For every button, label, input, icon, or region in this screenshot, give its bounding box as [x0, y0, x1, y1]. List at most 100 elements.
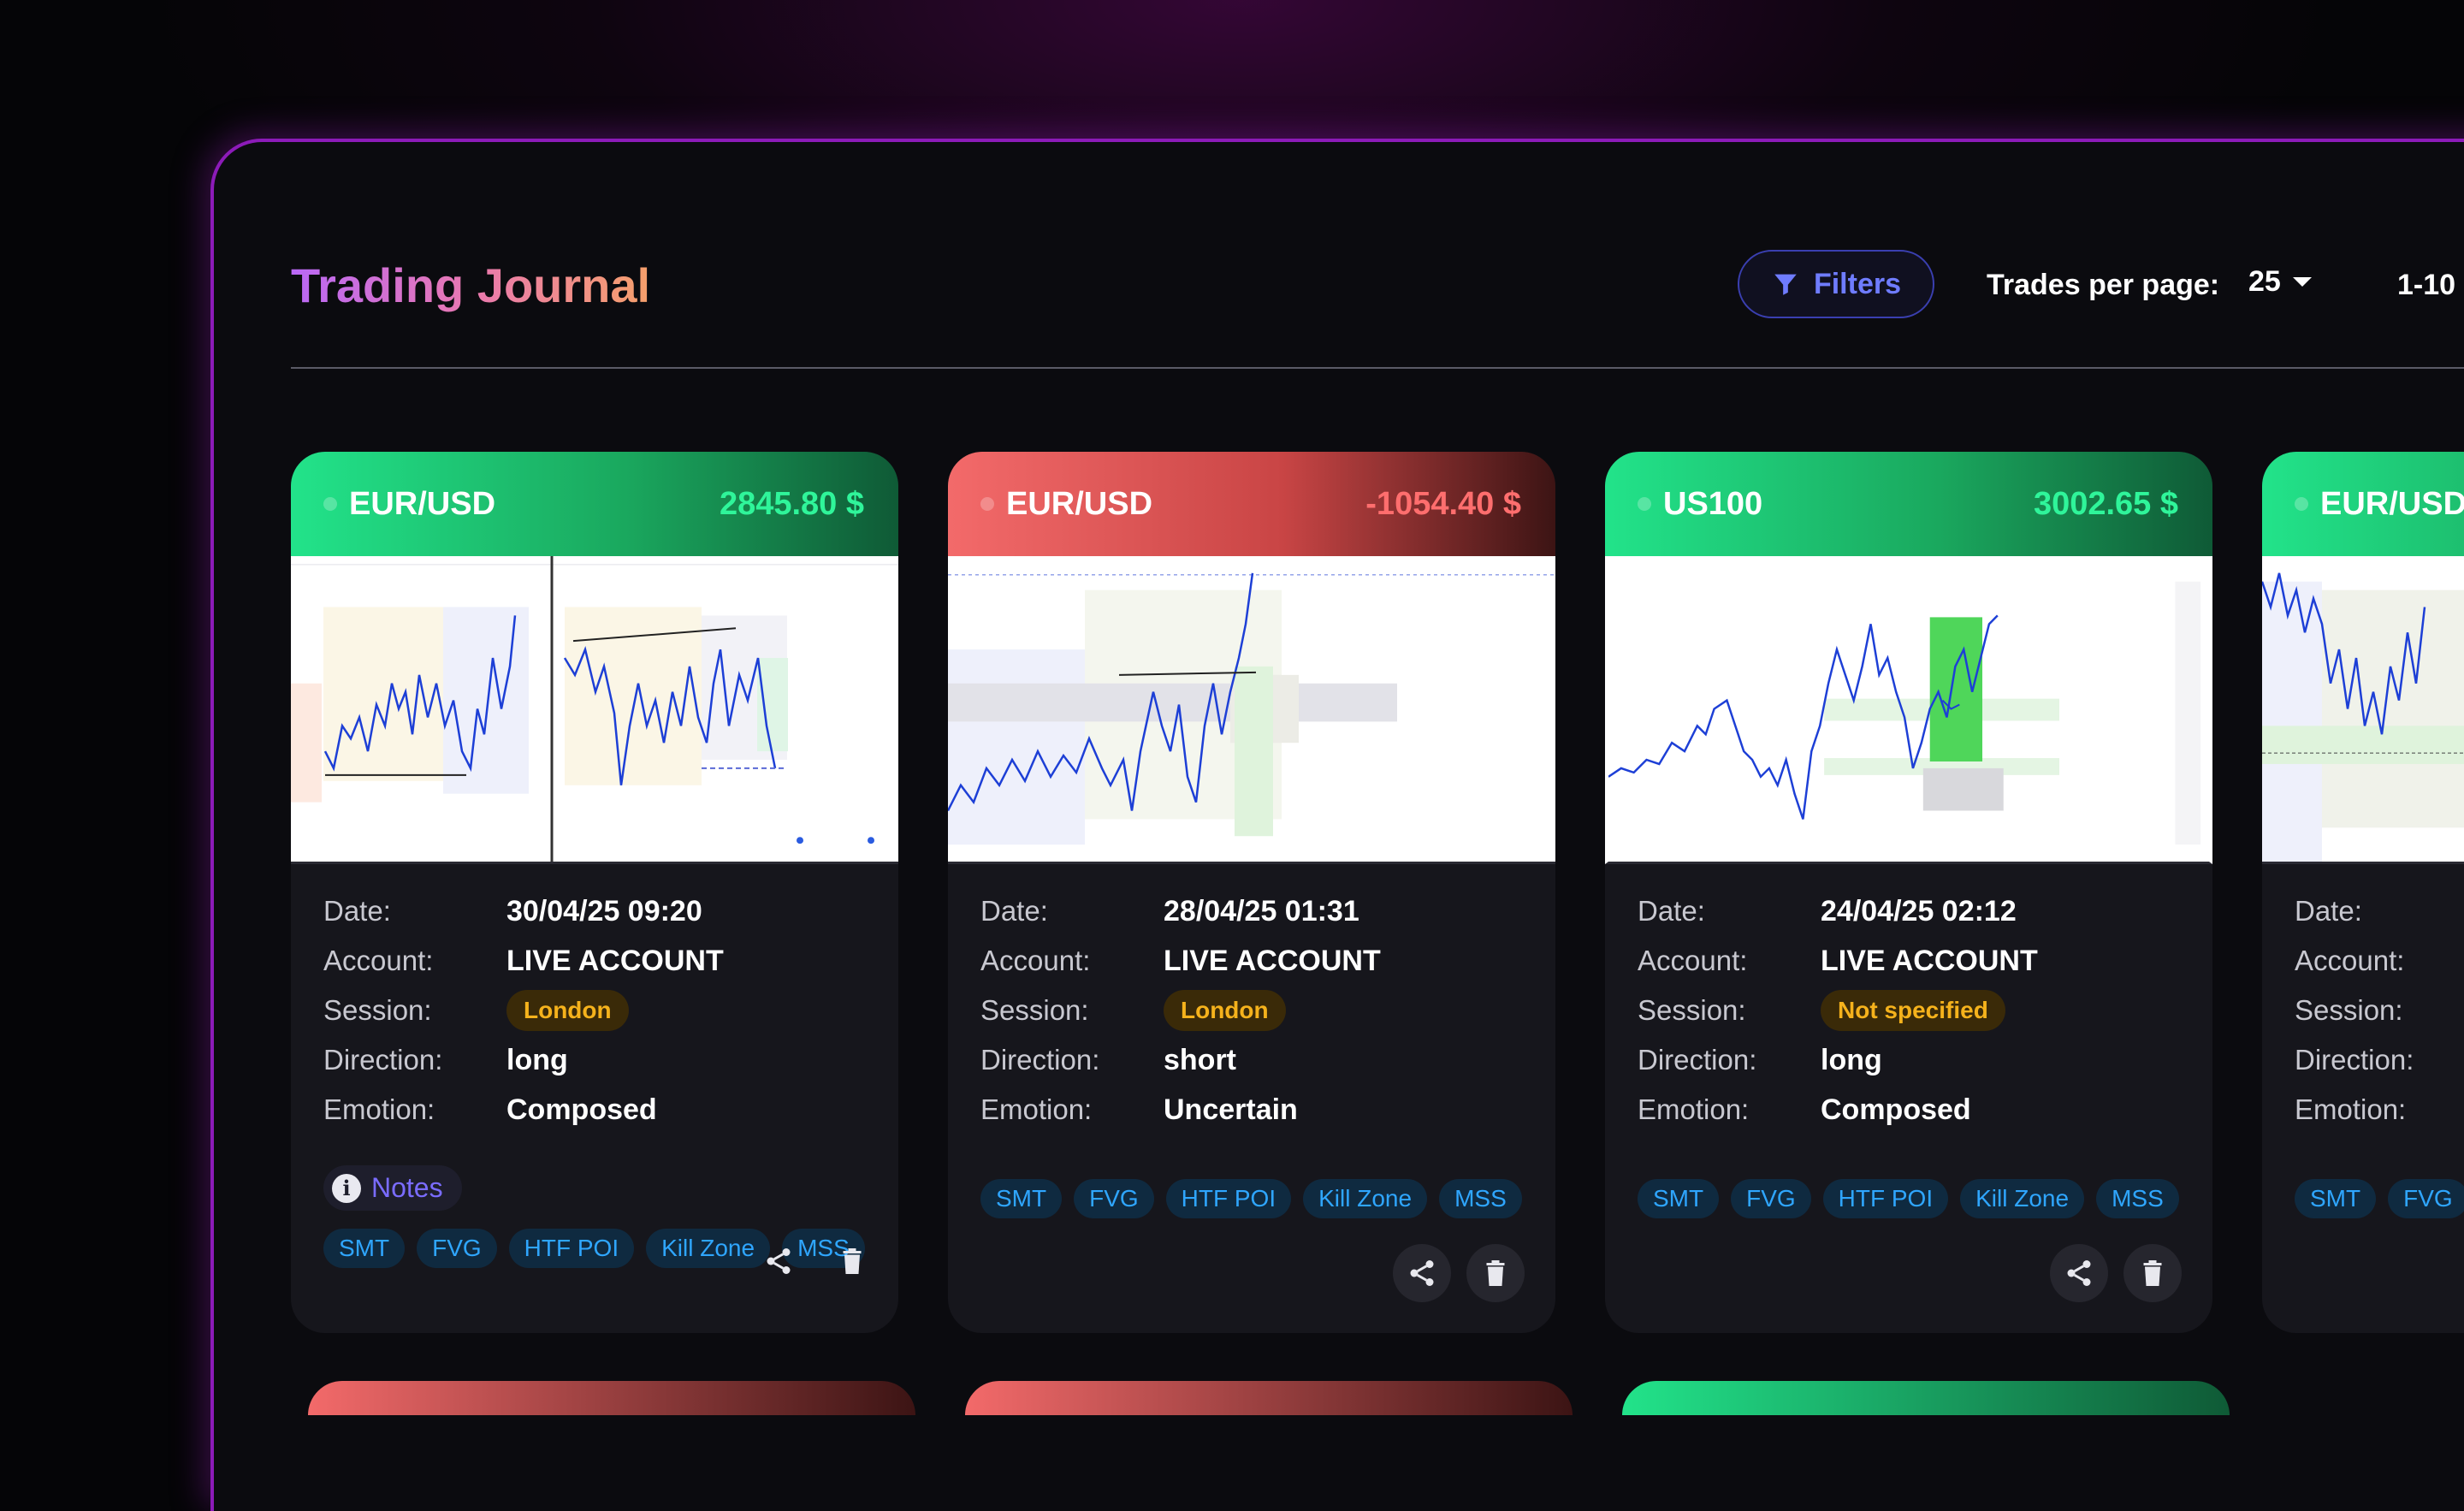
trade-account: LIVE ACCOUNT — [506, 944, 724, 977]
trade-pair: EUR/USD — [2320, 485, 2464, 522]
tag-chip[interactable]: HTF POI — [508, 1229, 635, 1268]
trade-screenshot[interactable] — [291, 556, 898, 864]
trade-emotion: Uncertain — [1164, 1093, 1298, 1126]
card-actions — [749, 1232, 881, 1290]
tag-chip[interactable]: MSS — [2096, 1179, 2179, 1218]
trades-per-page-select[interactable]: 25 — [2248, 265, 2312, 299]
tag-chip[interactable]: SMT — [2295, 1179, 2377, 1218]
emotion-label: Emotion: — [980, 1093, 1093, 1125]
next-trade-card-edge — [1622, 1381, 2230, 1415]
trade-date: 28/04/25 01:31 — [1164, 894, 1359, 927]
status-dot-icon — [2295, 497, 2308, 511]
trade-card[interactable]: EUR/USD Date: Account: Session: Directio… — [2262, 452, 2464, 1333]
session-badge: London — [506, 990, 629, 1031]
funnel-icon — [1774, 274, 1797, 295]
trade-pnl: -1054.40 $ — [1365, 485, 1521, 522]
date-label: Date: — [1638, 895, 1705, 927]
chart-screenshot-image — [291, 556, 898, 862]
tag-list: SMT FVG HTF POI Kill Zone MSS — [980, 1179, 1522, 1218]
trade-direction: long — [1821, 1043, 1882, 1076]
info-icon: i — [332, 1173, 361, 1203]
share-button[interactable] — [1393, 1244, 1451, 1302]
tag-chip[interactable]: FVG — [1074, 1179, 1154, 1218]
tag-chip[interactable]: FVG — [1731, 1179, 1811, 1218]
tag-chip[interactable]: SMT — [1638, 1179, 1720, 1218]
trade-account: LIVE ACCOUNT — [1821, 944, 2038, 977]
trades-per-page-label: Trades per page: — [1987, 269, 2220, 301]
pagination-range: 1-10 o — [2397, 269, 2464, 301]
share-button[interactable] — [749, 1232, 808, 1290]
filters-label: Filters — [1813, 267, 1902, 300]
account-label: Account: — [323, 945, 434, 976]
delete-button[interactable] — [823, 1232, 881, 1290]
trade-card[interactable]: EUR/USD -1054.40 $ Date: 28/04/25 01:31 A… — [948, 452, 1555, 1333]
trades-per-page-value: 25 — [2248, 265, 2281, 298]
card-actions — [2050, 1244, 2182, 1302]
direction-label: Direction: — [1638, 1044, 1757, 1075]
direction-label: Direction: — [323, 1044, 443, 1075]
trade-screenshot[interactable] — [948, 556, 1555, 864]
date-label: Date: — [2295, 895, 2362, 927]
tag-chip[interactable]: SMT — [980, 1179, 1063, 1218]
app-window: Trading Journal Filters Trades per page:… — [210, 139, 2464, 1511]
tag-chip[interactable]: MSS — [1439, 1179, 1522, 1218]
account-label: Account: — [2295, 945, 2405, 976]
tag-chip[interactable]: FVG — [417, 1229, 497, 1268]
tag-chip[interactable]: Kill Zone — [1303, 1179, 1428, 1218]
share-button[interactable] — [2050, 1244, 2108, 1302]
direction-label: Direction: — [980, 1044, 1100, 1075]
chart-screenshot-image — [1608, 556, 2209, 862]
session-label: Session: — [1638, 994, 1746, 1026]
tag-chip[interactable]: SMT — [323, 1229, 406, 1268]
caret-down-icon — [2292, 277, 2312, 287]
trade-card-header: EUR/USD 2845.80 $ — [291, 452, 898, 556]
trade-card-header: EUR/USD -1054.40 $ — [948, 452, 1555, 556]
trade-account: LIVE ACCOUNT — [1164, 944, 1381, 977]
trade-pair: EUR/USD — [349, 485, 496, 522]
share-icon — [2067, 1260, 2091, 1286]
trade-date: 30/04/25 09:20 — [506, 894, 702, 927]
trade-screenshot[interactable] — [1605, 556, 2212, 864]
tag-chip[interactable]: HTF POI — [1822, 1179, 1949, 1218]
session-badge: London — [1164, 990, 1286, 1031]
trade-card-header: US100 3002.65 $ — [1605, 452, 2212, 556]
chart-screenshot-image — [2262, 556, 2464, 862]
trade-pnl: 3002.65 $ — [2033, 485, 2178, 522]
trash-icon — [843, 1248, 862, 1274]
trade-pnl: 2845.80 $ — [719, 485, 864, 522]
header-divider — [291, 367, 2464, 369]
trade-card[interactable]: US100 3002.65 $ Date: 24/04/25 02:12 Acco… — [1605, 452, 2212, 1333]
tag-chip[interactable]: FVG — [2388, 1179, 2464, 1218]
emotion-label: Emotion: — [2295, 1093, 2407, 1125]
page-title: Trading Journal — [291, 258, 651, 312]
account-label: Account: — [980, 945, 1091, 976]
tag-chip[interactable]: Kill Zone — [1960, 1179, 2085, 1218]
card-actions — [1393, 1244, 1525, 1302]
trade-details: Date: 30/04/25 09:20 Account: LIVE ACCOUNT… — [323, 886, 871, 1135]
session-label: Session: — [980, 994, 1089, 1026]
trade-details: Date: 28/04/25 01:31 Account: LIVE ACCOUNT… — [980, 886, 1528, 1135]
tag-list: SMT FVG HTF POI Kill Zone MSS — [1638, 1179, 2179, 1218]
trade-card[interactable]: EUR/USD 2845.80 $ Date: 30/04/25 09:20 A… — [291, 452, 898, 1333]
status-dot-icon — [323, 497, 337, 511]
trade-details: Date: Account: Session: Direction: Emoti… — [2295, 886, 2464, 1135]
tag-list: SMT FVG — [2295, 1179, 2464, 1218]
trash-icon — [2143, 1260, 2162, 1286]
trade-emotion: Composed — [1821, 1093, 1971, 1126]
status-dot-icon — [1638, 497, 1651, 511]
trade-direction: short — [1164, 1043, 1236, 1076]
delete-button[interactable] — [1466, 1244, 1525, 1302]
filters-button[interactable]: Filters — [1738, 250, 1934, 318]
tag-chip[interactable]: HTF POI — [1165, 1179, 1292, 1218]
session-label: Session: — [323, 994, 432, 1026]
trade-details: Date: 24/04/25 02:12 Account: LIVE ACCOUNT… — [1638, 886, 2185, 1135]
date-label: Date: — [980, 895, 1048, 927]
emotion-label: Emotion: — [323, 1093, 435, 1125]
next-trade-card-edge — [308, 1381, 915, 1415]
trade-direction: long — [506, 1043, 568, 1076]
trade-pair: EUR/USD — [1006, 485, 1153, 522]
trade-screenshot[interactable] — [2262, 556, 2464, 864]
delete-button[interactable] — [2123, 1244, 2182, 1302]
notes-button[interactable]: i Notes — [323, 1165, 462, 1211]
account-label: Account: — [1638, 945, 1748, 976]
